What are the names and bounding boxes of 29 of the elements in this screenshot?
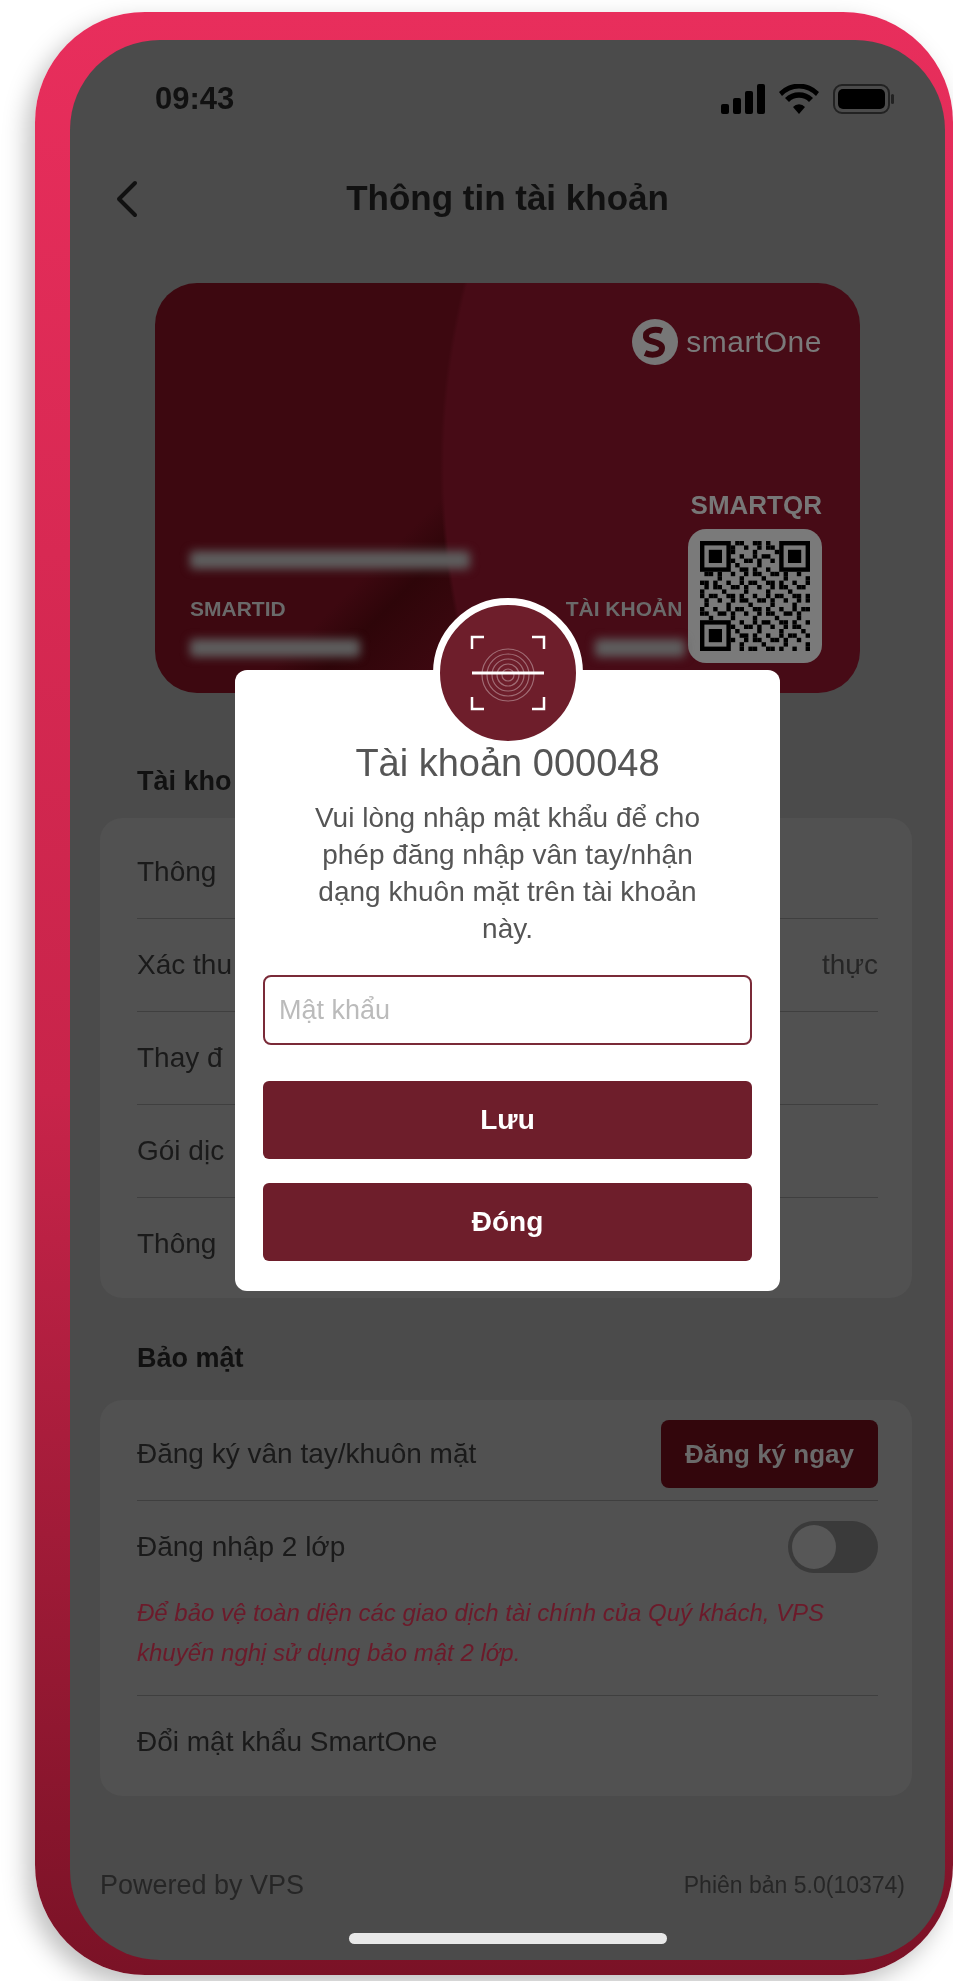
- menu-item-label: Đăng ký vân tay/khuôn mặt: [137, 1438, 477, 1470]
- menu-item-label[interactable]: Đổi mật khẩu SmartOne: [137, 1726, 438, 1758]
- close-button[interactable]: Đóng: [263, 1183, 752, 1261]
- toggle-switch[interactable]: [788, 1521, 878, 1573]
- section-title: Tài kho: [137, 765, 232, 798]
- qr-code-tile[interactable]: [688, 529, 822, 663]
- signal-icon: [721, 84, 765, 114]
- menu-item-label[interactable]: Gói dịc: [137, 1135, 225, 1167]
- page-title: Thông tin tài khoản: [346, 178, 669, 218]
- dialog-message: Vui lòng nhập mật khẩu để cho phép đăng nhập vân tay/nhận dạng khuôn mặt trên tài khoản này.: [314, 801, 701, 946]
- brand-name: smartOne: [686, 325, 822, 359]
- qr-label: SMARTQR: [690, 490, 822, 521]
- logo-icon: [632, 319, 679, 365]
- wifi-icon: [779, 84, 819, 114]
- fingerprint-scan-icon: [469, 635, 546, 711]
- menu-item-label[interactable]: Thông: [137, 1228, 217, 1260]
- card-label: TÀI KHOẢN: [565, 597, 683, 621]
- save-button[interactable]: Lưu: [263, 1081, 752, 1159]
- dialog-title: Tài khoản 000048: [354, 742, 661, 785]
- status-time: 09:43: [155, 81, 235, 117]
- section-title: Bảo mật: [137, 1342, 244, 1375]
- password-field[interactable]: Mật khẩu: [263, 975, 752, 1045]
- menu-item-label[interactable]: Thông: [137, 856, 217, 888]
- menu-item-label[interactable]: Thay đ: [137, 1042, 223, 1074]
- register-button[interactable]: Đăng ký ngay: [660, 1420, 878, 1488]
- card-label: SMARTID: [190, 597, 286, 621]
- qr-code-icon: [700, 541, 810, 651]
- battery-icon: [833, 84, 895, 114]
- back-icon[interactable]: [115, 180, 139, 218]
